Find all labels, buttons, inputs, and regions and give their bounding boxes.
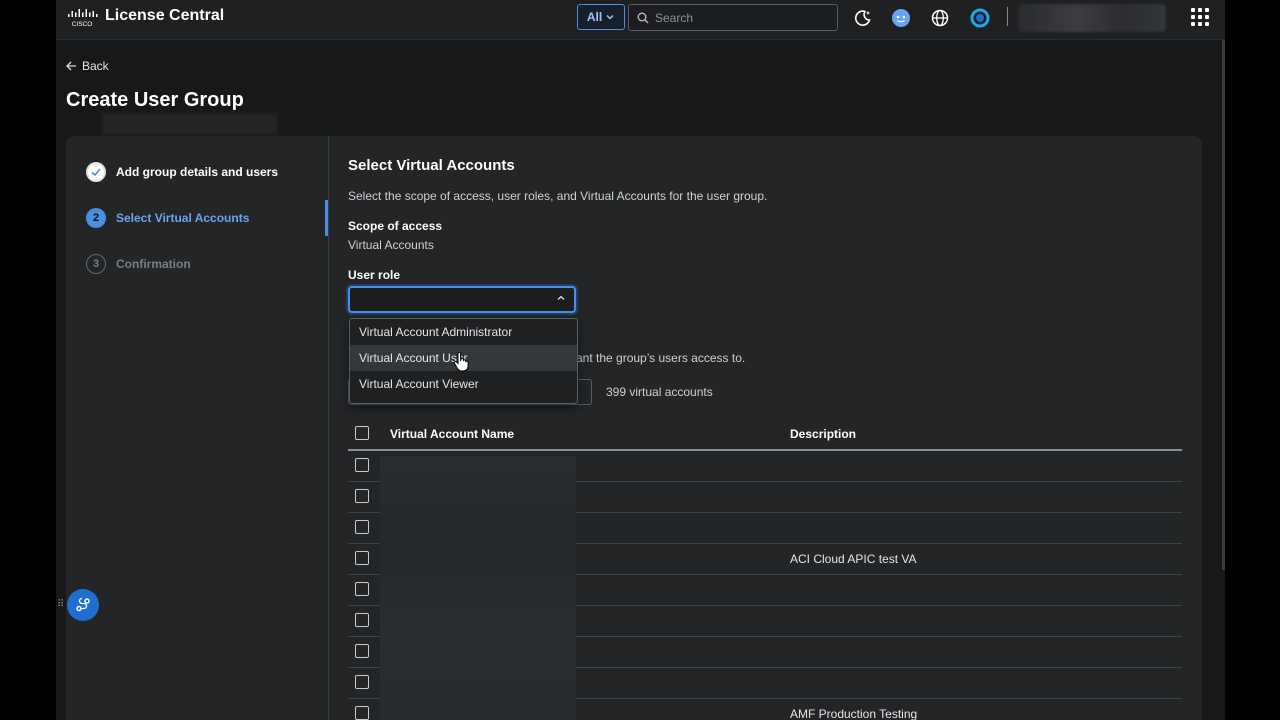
back-link[interactable]: Back <box>66 59 109 73</box>
assistant-icon[interactable] <box>891 8 911 28</box>
row-checkbox[interactable] <box>355 675 369 689</box>
apps-grid-icon[interactable] <box>1191 8 1209 26</box>
section-title: Select Virtual Accounts <box>348 157 515 174</box>
search-input[interactable] <box>653 9 827 26</box>
step-label: Confirmation <box>116 257 191 271</box>
redacted-account-names <box>380 456 576 720</box>
search-box[interactable] <box>628 4 838 31</box>
step-label: Add group details and users <box>116 165 279 179</box>
row-checkbox[interactable] <box>355 551 369 565</box>
app-title: License Central <box>105 7 225 24</box>
virtual-account-count: 399 virtual accounts <box>606 385 713 399</box>
step-number: 3 <box>86 254 106 274</box>
row-checkbox[interactable] <box>355 613 369 627</box>
step-add-group-details[interactable]: Add group details and users <box>86 162 278 182</box>
wizard-card: Add group details and users 2 Select Vir… <box>66 136 1202 720</box>
scope-filter-button[interactable]: All <box>577 4 625 30</box>
page-scrollbar[interactable] <box>1222 40 1225 570</box>
user-role-label: User role <box>348 268 401 282</box>
globe-icon[interactable] <box>930 8 950 28</box>
row-checkbox[interactable] <box>355 520 369 534</box>
back-link-label: Back <box>82 59 109 73</box>
user-account-menu[interactable] <box>1018 4 1166 32</box>
scope-label: Scope of access <box>348 219 443 233</box>
hand-cursor-icon <box>453 352 469 372</box>
cisco-logo-icon: CISCO <box>68 9 98 28</box>
search-icon <box>637 12 649 23</box>
section-description: Select the scope of access, user roles, … <box>348 189 768 203</box>
row-checkbox[interactable] <box>355 706 369 720</box>
scope-filter-label: All <box>586 10 603 24</box>
route-icon <box>76 597 90 612</box>
role-option-administrator[interactable]: Virtual Account Administrator <box>350 319 577 345</box>
scope-value: Virtual Accounts <box>348 238 434 252</box>
step-number: 2 <box>86 208 106 228</box>
row-checkbox[interactable] <box>355 458 369 472</box>
svg-text:CISCO: CISCO <box>72 21 93 28</box>
chevron-up-icon <box>557 295 565 300</box>
page-title: Create User Group <box>66 89 244 111</box>
step-label: Select Virtual Accounts <box>116 211 250 225</box>
check-icon <box>86 162 106 182</box>
wizard-stepper: Add group details and users 2 Select Vir… <box>66 136 329 720</box>
select-all-checkbox[interactable] <box>355 426 369 440</box>
column-header-name: Virtual Account Name <box>390 427 515 441</box>
top-divider <box>1007 7 1008 26</box>
row-checkbox[interactable] <box>355 489 369 503</box>
feedback-button[interactable] <box>67 589 99 621</box>
chevron-down-icon <box>606 14 614 20</box>
webex-icon[interactable] <box>970 8 990 28</box>
row-checkbox[interactable] <box>355 582 369 596</box>
step-select-virtual-accounts[interactable]: 2 Select Virtual Accounts <box>86 208 249 228</box>
accounts-instruction: ant the group’s users access to. <box>576 351 746 365</box>
row-description: AMF Production Testing <box>790 707 918 720</box>
row-checkbox[interactable] <box>355 644 369 658</box>
top-bar: CISCO License Central All <box>56 0 1225 40</box>
column-header-description: Description <box>790 427 857 441</box>
table-header: Virtual Account Name Description <box>348 419 1182 451</box>
role-option-viewer[interactable]: Virtual Account Viewer <box>350 371 577 397</box>
step-confirmation[interactable]: 3 Confirmation <box>86 254 191 274</box>
user-role-select[interactable] <box>348 286 576 313</box>
active-step-indicator <box>325 200 328 236</box>
app-window: CISCO License Central All Search Back Cr… <box>56 0 1225 720</box>
drag-handle-icon[interactable]: ⠿ <box>57 599 64 610</box>
row-description: ACI Cloud APIC test VA <box>790 552 917 566</box>
theme-toggle-icon[interactable] <box>853 8 873 28</box>
redacted-area <box>102 113 278 135</box>
arrow-left-icon <box>66 61 76 71</box>
